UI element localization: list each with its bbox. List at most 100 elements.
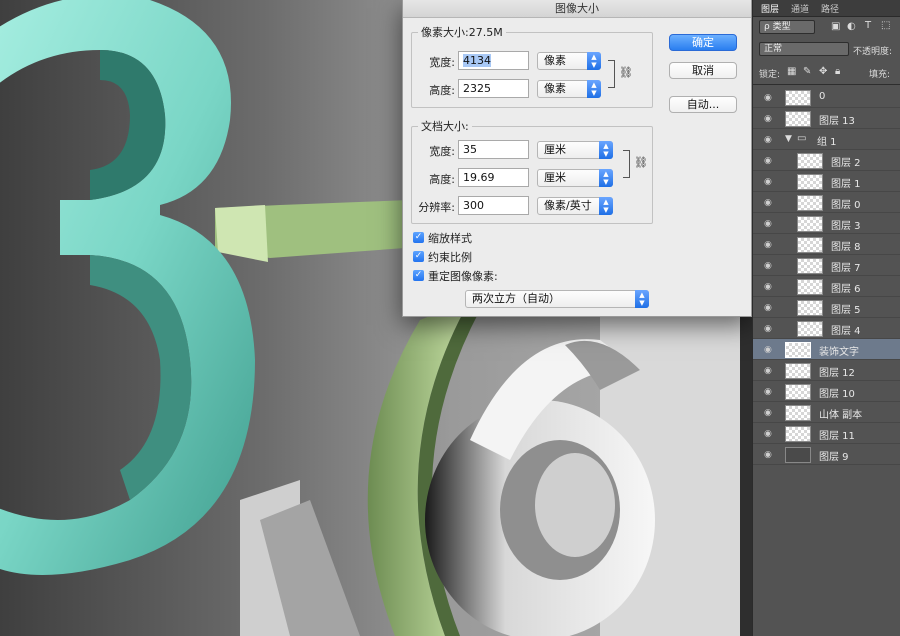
tab-paths[interactable]: 路径 bbox=[821, 2, 839, 15]
layer-row[interactable]: ◉ 图层 1 bbox=[753, 171, 900, 192]
doc-width-input[interactable]: 35 bbox=[458, 140, 529, 159]
layer-row[interactable]: ◉ 图层 12 bbox=[753, 360, 900, 381]
eye-icon[interactable]: ◉ bbox=[764, 387, 772, 397]
ok-button[interactable]: 确定 bbox=[669, 34, 737, 51]
shape-filter-icon[interactable]: ⬚ bbox=[881, 20, 890, 31]
layer-row[interactable]: ◉ 图层 13 bbox=[753, 108, 900, 129]
link-icon: ⛓ bbox=[634, 156, 648, 169]
layer-row[interactable]: ◉ 图层 7 bbox=[753, 255, 900, 276]
layer-filter-row: ρ 类型 ▣ ◐ T ⬚ bbox=[753, 17, 900, 37]
layer-row[interactable]: ◉ 图层 4 bbox=[753, 318, 900, 339]
layer-row[interactable]: ◉ 图层 3 bbox=[753, 213, 900, 234]
tab-channels[interactable]: 通道 bbox=[791, 2, 809, 15]
constrain-proportions-checkbox[interactable]: ✓ bbox=[413, 251, 424, 262]
pixel-height-input[interactable]: 2325 bbox=[458, 79, 529, 98]
resample-method-select[interactable]: 两次立方（自动） ▲ ▼ bbox=[465, 290, 649, 308]
eye-icon[interactable]: ◉ bbox=[764, 450, 772, 460]
type-filter-icon[interactable]: T bbox=[865, 20, 871, 31]
resample-method-value: 两次立方（自动） bbox=[472, 292, 560, 305]
doc-height-unit: 厘米 bbox=[544, 171, 566, 184]
layer-row[interactable]: ◉ 山体 副本 bbox=[753, 402, 900, 423]
scale-styles-label: 缩放样式 bbox=[428, 232, 472, 245]
disclosure-triangle-icon[interactable]: ▼ bbox=[785, 134, 792, 144]
chevron-updown-icon: ▲ ▼ bbox=[587, 80, 601, 98]
eye-icon[interactable]: ◉ bbox=[764, 93, 772, 103]
eye-icon[interactable]: ◉ bbox=[764, 156, 772, 166]
eye-icon[interactable]: ◉ bbox=[764, 219, 772, 229]
layer-row-selected[interactable]: ◉ 装饰文字 bbox=[753, 339, 900, 360]
layer-name: 0 bbox=[819, 91, 826, 102]
lock-brush-icon[interactable]: ✎ bbox=[803, 66, 811, 77]
doc-height-unit-select[interactable]: 厘米 ▲ ▼ bbox=[537, 169, 613, 187]
fill-label: 填充: bbox=[869, 70, 891, 80]
cancel-button[interactable]: 取消 bbox=[669, 62, 737, 79]
resolution-value: 300 bbox=[463, 199, 484, 212]
eye-icon[interactable]: ◉ bbox=[764, 408, 772, 418]
layer-name: 图层 8 bbox=[831, 242, 861, 253]
doc-width-unit: 厘米 bbox=[544, 143, 566, 156]
group-row[interactable]: ◉ ▼ ▭ 组 1 bbox=[753, 129, 900, 150]
doc-height-label: 高度: bbox=[429, 173, 455, 186]
layer-thumbnail bbox=[797, 216, 823, 232]
resolution-unit-select[interactable]: 像素/英寸 ▲ ▼ bbox=[537, 197, 613, 215]
lock-all-icon[interactable]: 🔒︎ bbox=[835, 66, 840, 77]
pixel-height-value: 2325 bbox=[463, 82, 491, 95]
doc-height-input[interactable]: 19.69 bbox=[458, 168, 529, 187]
lock-transparent-icon[interactable]: ▦ bbox=[787, 66, 796, 77]
eye-icon[interactable]: ◉ bbox=[764, 240, 772, 250]
image-filter-icon[interactable]: ▣ bbox=[831, 21, 840, 32]
layer-row[interactable]: ◉ 图层 8 bbox=[753, 234, 900, 255]
chevron-updown-icon: ▲ ▼ bbox=[587, 52, 601, 70]
layer-thumbnail bbox=[797, 195, 823, 211]
layer-thumbnail bbox=[785, 384, 811, 400]
layer-filter-select[interactable]: ρ 类型 bbox=[759, 20, 815, 34]
resolution-input[interactable]: 300 bbox=[458, 196, 529, 215]
folder-icon: ▭ bbox=[797, 133, 807, 144]
chevron-updown-icon: ▲ ▼ bbox=[635, 290, 649, 308]
pixel-dimensions-label: 像素大小:27.5M bbox=[421, 26, 503, 39]
tab-layers[interactable]: 图层 bbox=[761, 2, 779, 15]
layer-thumbnail bbox=[797, 258, 823, 274]
eye-icon[interactable]: ◉ bbox=[764, 429, 772, 439]
pixel-width-unit-select[interactable]: 像素 ▲ ▼ bbox=[537, 52, 601, 70]
resample-checkbox[interactable]: ✓ bbox=[413, 270, 424, 281]
doc-width-unit-select[interactable]: 厘米 ▲ ▼ bbox=[537, 141, 613, 159]
layer-row[interactable]: ◉ 图层 2 bbox=[753, 150, 900, 171]
adjustment-filter-icon[interactable]: ◐ bbox=[847, 21, 856, 32]
auto-button[interactable]: 自动... bbox=[669, 96, 737, 113]
layer-name: 图层 4 bbox=[831, 326, 861, 337]
layer-thumbnail bbox=[785, 111, 811, 127]
layer-name: 图层 0 bbox=[831, 200, 861, 211]
doc-link-bracket bbox=[623, 150, 630, 178]
eye-icon[interactable]: ◉ bbox=[764, 114, 772, 124]
eye-icon[interactable]: ◉ bbox=[764, 366, 772, 376]
layer-row[interactable]: ◉ 图层 0 bbox=[753, 192, 900, 213]
layer-row[interactable]: ◉ 图层 9 bbox=[753, 444, 900, 465]
chevron-updown-icon: ▲ ▼ bbox=[599, 141, 613, 159]
layer-row[interactable]: ◉ 图层 5 bbox=[753, 297, 900, 318]
doc-width-label: 宽度: bbox=[429, 145, 455, 158]
eye-icon[interactable]: ◉ bbox=[764, 345, 772, 355]
lock-move-icon[interactable]: ✥ bbox=[819, 66, 827, 77]
layer-thumbnail bbox=[785, 363, 811, 379]
layer-name: 图层 12 bbox=[819, 368, 855, 379]
layer-row[interactable]: ◉ 图层 6 bbox=[753, 276, 900, 297]
layer-row[interactable]: ◉ 图层 10 bbox=[753, 381, 900, 402]
layer-row[interactable]: ◉ 图层 11 bbox=[753, 423, 900, 444]
eye-icon[interactable]: ◉ bbox=[764, 303, 772, 313]
eye-icon[interactable]: ◉ bbox=[764, 198, 772, 208]
layer-thumbnail bbox=[797, 300, 823, 316]
eye-icon[interactable]: ◉ bbox=[764, 261, 772, 271]
blend-mode-select[interactable]: 正常 bbox=[759, 42, 849, 56]
pixel-width-input[interactable]: 4134 bbox=[458, 51, 529, 70]
layer-row[interactable]: ◉ 0 bbox=[753, 87, 900, 108]
pixel-height-unit-select[interactable]: 像素 ▲ ▼ bbox=[537, 80, 601, 98]
layer-name: 图层 2 bbox=[831, 158, 861, 169]
eye-icon[interactable]: ◉ bbox=[764, 177, 772, 187]
eye-icon[interactable]: ◉ bbox=[764, 324, 772, 334]
layer-name: 装饰文字 bbox=[819, 347, 859, 358]
layer-thumbnail bbox=[797, 174, 823, 190]
eye-icon[interactable]: ◉ bbox=[764, 282, 772, 292]
scale-styles-checkbox[interactable]: ✓ bbox=[413, 232, 424, 243]
eye-icon[interactable]: ◉ bbox=[764, 135, 772, 145]
